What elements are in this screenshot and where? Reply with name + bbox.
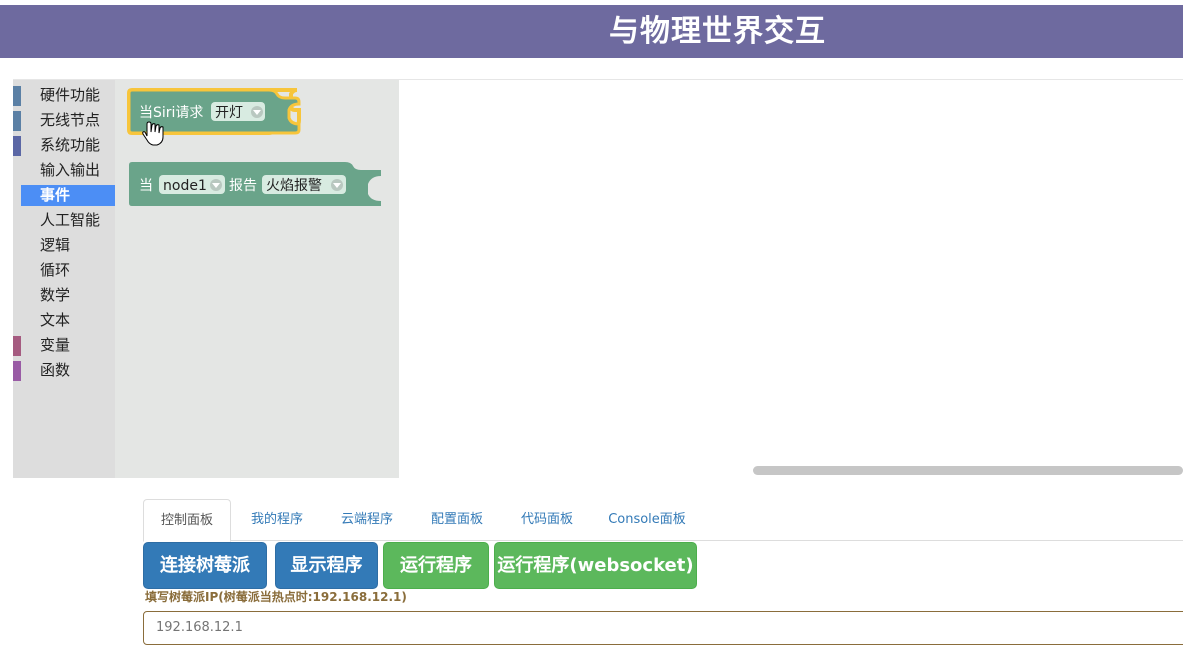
category-color-bar: [13, 136, 21, 156]
category-color-bar: [13, 336, 21, 356]
horizontal-scrollbar[interactable]: [753, 466, 1183, 475]
toolbox-flyout: 当Siri请求 开灯 当 node1 报告 火焰报警: [115, 80, 399, 478]
node-dropdown[interactable]: node1: [159, 175, 225, 194]
category-color-bar: [13, 86, 21, 106]
toolbox-category-events[interactable]: 事件: [13, 183, 115, 207]
toolbox-category-loops[interactable]: 循环: [13, 258, 115, 282]
category-label: 输入输出: [40, 161, 101, 179]
node-dropdown-value: node1: [163, 178, 207, 194]
toolbox-category-hardware[interactable]: 硬件功能: [13, 83, 115, 107]
category-label: 函数: [40, 361, 71, 379]
category-label: 硬件功能: [40, 86, 101, 104]
tab-control-panel[interactable]: 控制面板: [143, 499, 231, 542]
toolbox-category-logic[interactable]: 逻辑: [13, 233, 115, 257]
connect-raspberry-pi-button[interactable]: 连接树莓派: [143, 542, 267, 589]
category-label: 系统功能: [40, 136, 101, 154]
run-program-button[interactable]: 运行程序: [383, 542, 489, 589]
ip-field-label: 填写树莓派IP(树莓派当热点时:192.168.12.1): [145, 590, 407, 604]
tab-console-panel[interactable]: Console面板: [597, 499, 697, 540]
category-label: 无线节点: [40, 111, 101, 129]
tab-config-panel[interactable]: 配置面板: [417, 499, 497, 540]
page-title: 与物理世界交互: [609, 14, 826, 49]
toolbox-category-variables[interactable]: 变量: [13, 333, 115, 357]
siri-block-prefix: 当Siri请求: [139, 105, 203, 121]
node-block-prefix: 当: [139, 178, 153, 194]
siri-dropdown-value: 开灯: [215, 105, 243, 121]
node-block-middle: 报告: [229, 178, 257, 194]
show-program-button[interactable]: 显示程序: [275, 542, 378, 589]
event-dropdown-value: 火焰报警: [266, 178, 322, 194]
node-report-block[interactable]: 当 node1 报告 火焰报警: [129, 162, 381, 206]
blockly-workspace[interactable]: 硬件功能 无线节点 系统功能 输入输出 事件 人工智能 逻辑 循环 数学 文本 …: [13, 79, 1183, 478]
tab-code-panel[interactable]: 代码面板: [507, 499, 587, 540]
header-bar: 与物理世界交互: [0, 5, 1183, 58]
category-color-bar: [13, 361, 21, 381]
tab-my-programs[interactable]: 我的程序: [237, 499, 317, 540]
toolbox-category-math[interactable]: 数学: [13, 283, 115, 307]
toolbox-category-system[interactable]: 系统功能: [13, 133, 115, 157]
category-label: 数学: [40, 286, 71, 304]
category-label: 变量: [40, 336, 71, 354]
category-color-bar: [13, 111, 21, 131]
raspberry-pi-ip-input[interactable]: [143, 611, 1183, 645]
category-label: 人工智能: [40, 211, 101, 229]
category-label: 逻辑: [40, 236, 71, 254]
category-label: 事件: [40, 186, 71, 204]
category-label: 文本: [40, 311, 71, 329]
flyout-canvas: 当Siri请求 开灯 当 node1 报告 火焰报警: [127, 88, 381, 206]
toolbox-category-wireless-node[interactable]: 无线节点: [13, 108, 115, 132]
event-dropdown[interactable]: 火焰报警: [262, 175, 346, 194]
siri-request-block[interactable]: 当Siri请求 开灯: [127, 88, 301, 146]
category-label: 循环: [40, 261, 71, 279]
panel-tabs: 控制面板 我的程序 云端程序 配置面板 代码面板 Console面板: [143, 499, 1183, 542]
run-program-websocket-button[interactable]: 运行程序(websocket): [494, 542, 697, 589]
toolbox: 硬件功能 无线节点 系统功能 输入输出 事件 人工智能 逻辑 循环 数学 文本 …: [13, 80, 115, 478]
toolbox-category-text[interactable]: 文本: [13, 308, 115, 332]
toolbox-category-ai[interactable]: 人工智能: [13, 208, 115, 232]
toolbox-category-functions[interactable]: 函数: [13, 358, 115, 382]
tab-cloud-programs[interactable]: 云端程序: [327, 499, 407, 540]
siri-dropdown[interactable]: 开灯: [211, 102, 265, 121]
toolbox-category-io[interactable]: 输入输出: [13, 158, 115, 182]
